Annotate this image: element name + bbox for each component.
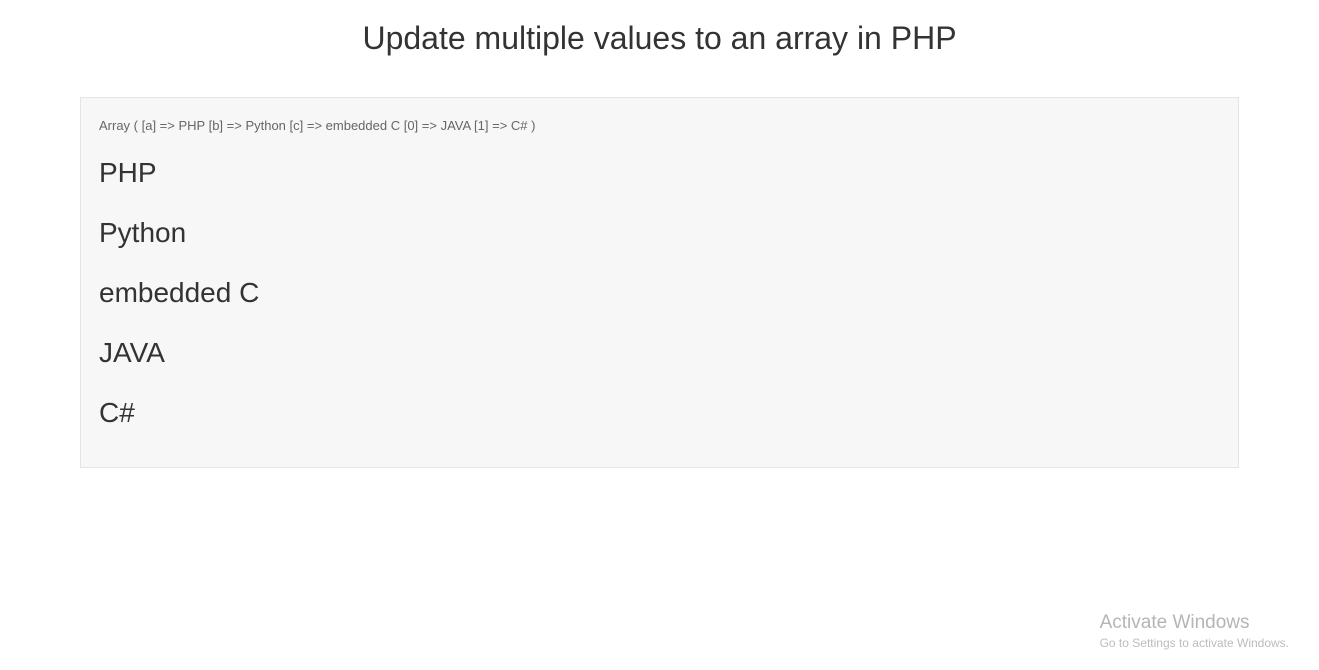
windows-activation-watermark: Activate Windows Go to Settings to activ… xyxy=(1100,612,1289,650)
array-dump-text: Array ( [a] => PHP [b] => Python [c] => … xyxy=(99,118,1220,133)
array-item: embedded C xyxy=(99,277,1220,309)
array-item: JAVA xyxy=(99,337,1220,369)
array-item: C# xyxy=(99,397,1220,429)
array-item: PHP xyxy=(99,157,1220,189)
output-box: Array ( [a] => PHP [b] => Python [c] => … xyxy=(80,97,1239,468)
page-title: Update multiple values to an array in PH… xyxy=(0,20,1319,57)
array-item: Python xyxy=(99,217,1220,249)
watermark-subtitle: Go to Settings to activate Windows. xyxy=(1100,636,1289,650)
watermark-title: Activate Windows xyxy=(1100,612,1289,634)
